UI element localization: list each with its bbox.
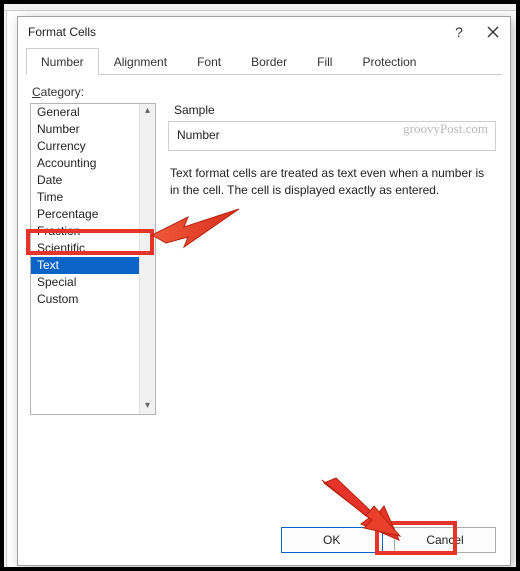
- cancel-button[interactable]: Cancel: [394, 527, 496, 553]
- question-icon: ?: [455, 24, 463, 40]
- category-item-percentage[interactable]: Percentage: [31, 206, 155, 223]
- category-listbox[interactable]: GeneralNumberCurrencyAccountingDateTimeP…: [30, 103, 156, 415]
- category-item-number[interactable]: Number: [31, 121, 155, 138]
- dialog-title: Format Cells: [28, 25, 96, 39]
- category-item-custom[interactable]: Custom: [31, 291, 155, 308]
- sample-value: Number: [177, 128, 220, 142]
- tab-protection[interactable]: Protection: [347, 48, 431, 75]
- category-item-text[interactable]: Text: [31, 257, 155, 274]
- tab-font[interactable]: Font: [182, 48, 236, 75]
- category-description: Text format cells are treated as text ev…: [170, 165, 496, 199]
- category-item-date[interactable]: Date: [31, 172, 155, 189]
- category-item-accounting[interactable]: Accounting: [31, 155, 155, 172]
- close-button[interactable]: [476, 17, 510, 47]
- tab-border[interactable]: Border: [236, 48, 302, 75]
- sample-box: Number: [168, 121, 496, 151]
- listbox-scrollbar[interactable]: ▴ ▾: [139, 104, 155, 414]
- help-button[interactable]: ?: [442, 17, 476, 47]
- dialog-titlebar[interactable]: Format Cells ?: [18, 17, 510, 47]
- tab-alignment[interactable]: Alignment: [99, 48, 182, 75]
- ok-button[interactable]: OK: [281, 527, 383, 553]
- category-item-fraction[interactable]: Fraction: [31, 223, 155, 240]
- category-item-general[interactable]: General: [31, 104, 155, 121]
- format-cells-dialog: Format Cells ? Number Alignment Font Bor…: [17, 16, 511, 566]
- tab-number[interactable]: Number: [26, 48, 99, 75]
- category-label: Category:: [32, 85, 498, 99]
- category-item-scientific[interactable]: Scientific: [31, 240, 155, 257]
- sample-label: Sample: [174, 103, 496, 117]
- category-item-time[interactable]: Time: [31, 189, 155, 206]
- ribbon-fragment: [4, 4, 516, 11]
- tab-fill[interactable]: Fill: [302, 48, 347, 75]
- scroll-up-icon[interactable]: ▴: [140, 104, 155, 119]
- category-item-currency[interactable]: Currency: [31, 138, 155, 155]
- tab-strip: Number Alignment Font Border Fill Protec…: [26, 47, 502, 75]
- scroll-down-icon[interactable]: ▾: [140, 399, 155, 414]
- close-icon: [487, 26, 499, 38]
- category-item-special[interactable]: Special: [31, 274, 155, 291]
